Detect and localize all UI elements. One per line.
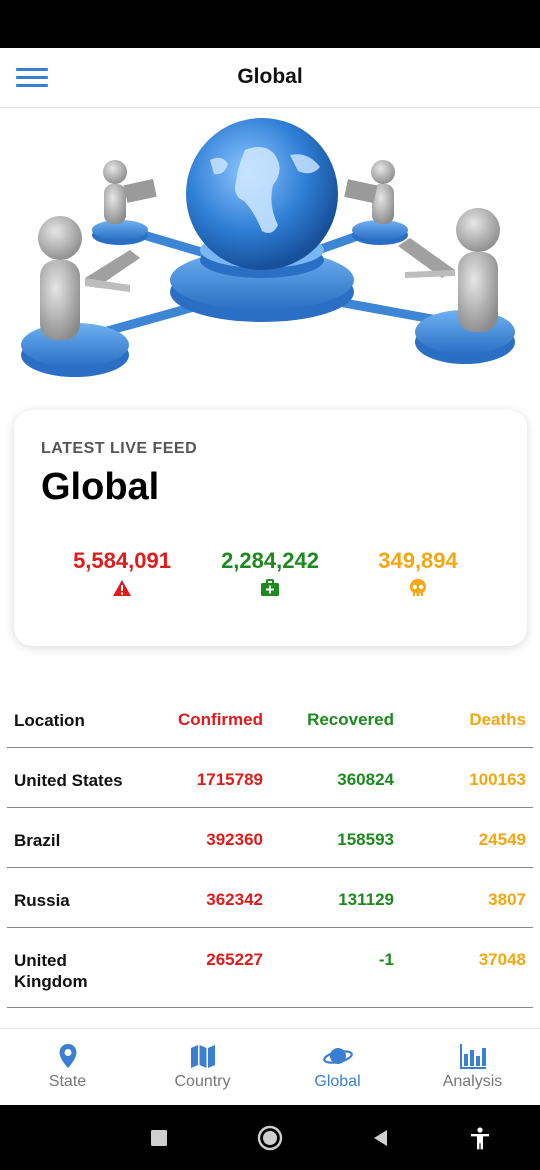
table-header-row: Location Confirmed Recovered Deaths (7, 688, 533, 748)
table-row[interactable]: Brazil 392360 158593 24549 (7, 808, 533, 868)
table-row[interactable]: Russia 362342 131129 3807 (7, 868, 533, 928)
nav-label-country: Country (174, 1073, 231, 1090)
row-location: Russia (14, 891, 70, 910)
accessibility-icon[interactable] (467, 1125, 493, 1151)
row-deaths: 37048 (478, 950, 526, 969)
row-location: United Kingdom (14, 951, 88, 991)
app-bar: Global (0, 48, 540, 108)
row-deaths: 100163 (469, 770, 526, 789)
row-deaths: 24549 (478, 830, 526, 849)
back-icon[interactable] (368, 1125, 394, 1151)
deaths-stat: 349,894 (338, 548, 498, 598)
map-pin-icon (59, 1044, 76, 1068)
medkit-icon (261, 579, 279, 596)
row-location: Brazil (14, 831, 61, 850)
recents-icon[interactable] (146, 1125, 172, 1151)
row-confirmed: 265227 (206, 950, 263, 969)
skull-icon (410, 579, 426, 596)
warning-icon (113, 580, 131, 596)
nav-item-global[interactable]: Global (270, 1029, 405, 1106)
row-confirmed: 1715789 (196, 770, 263, 789)
row-confirmed: 362342 (206, 890, 263, 909)
recovered-stat: 2,284,242 (190, 548, 350, 598)
confirmed-count: 5,584,091 (73, 548, 171, 573)
global-network-illustration (21, 118, 515, 377)
nav-label-analysis: Analysis (442, 1073, 503, 1090)
bottom-nav: State Country Global Analysis (0, 1028, 540, 1105)
row-location: United States (14, 771, 123, 790)
row-confirmed: 392360 (206, 830, 263, 849)
nav-label-global: Global (314, 1073, 361, 1090)
deaths-count: 349,894 (378, 548, 458, 573)
feed-title: Global (41, 466, 160, 508)
confirmed-stat: 5,584,091 (42, 548, 202, 598)
bar-chart-icon (459, 1044, 486, 1069)
feed-label: LATEST LIVE FEED (41, 440, 198, 457)
nav-item-state[interactable]: State (0, 1029, 135, 1106)
row-recovered: 158593 (337, 830, 394, 849)
row-recovered: 131129 (338, 890, 394, 909)
page-title: Global (237, 65, 303, 88)
home-icon[interactable] (257, 1125, 283, 1151)
recovered-count: 2,284,242 (221, 548, 319, 573)
table-row[interactable]: United Kingdom 265227 -1 37048 (7, 928, 533, 1008)
nav-label-state: State (48, 1073, 87, 1090)
map-icon (190, 1045, 215, 1068)
nav-item-analysis[interactable]: Analysis (405, 1029, 540, 1106)
nav-item-country[interactable]: Country (135, 1029, 270, 1106)
row-recovered: -1 (378, 950, 394, 969)
header-confirmed: Confirmed (178, 710, 263, 729)
header-recovered: Recovered (307, 710, 394, 729)
row-deaths: 3807 (488, 890, 526, 909)
header-deaths: Deaths (469, 710, 526, 729)
country-table: Location Confirmed Recovered Deaths Unit… (7, 688, 533, 1008)
header-location: Location (14, 711, 85, 730)
table-row[interactable]: United States 1715789 360824 100163 (7, 748, 533, 808)
system-nav-bar (0, 1105, 540, 1170)
live-feed-card: LATEST LIVE FEED Global 5,584,091 2,284,… (14, 410, 527, 646)
row-recovered: 360824 (337, 770, 394, 789)
status-bar (0, 0, 540, 48)
planet-icon (322, 1048, 353, 1064)
